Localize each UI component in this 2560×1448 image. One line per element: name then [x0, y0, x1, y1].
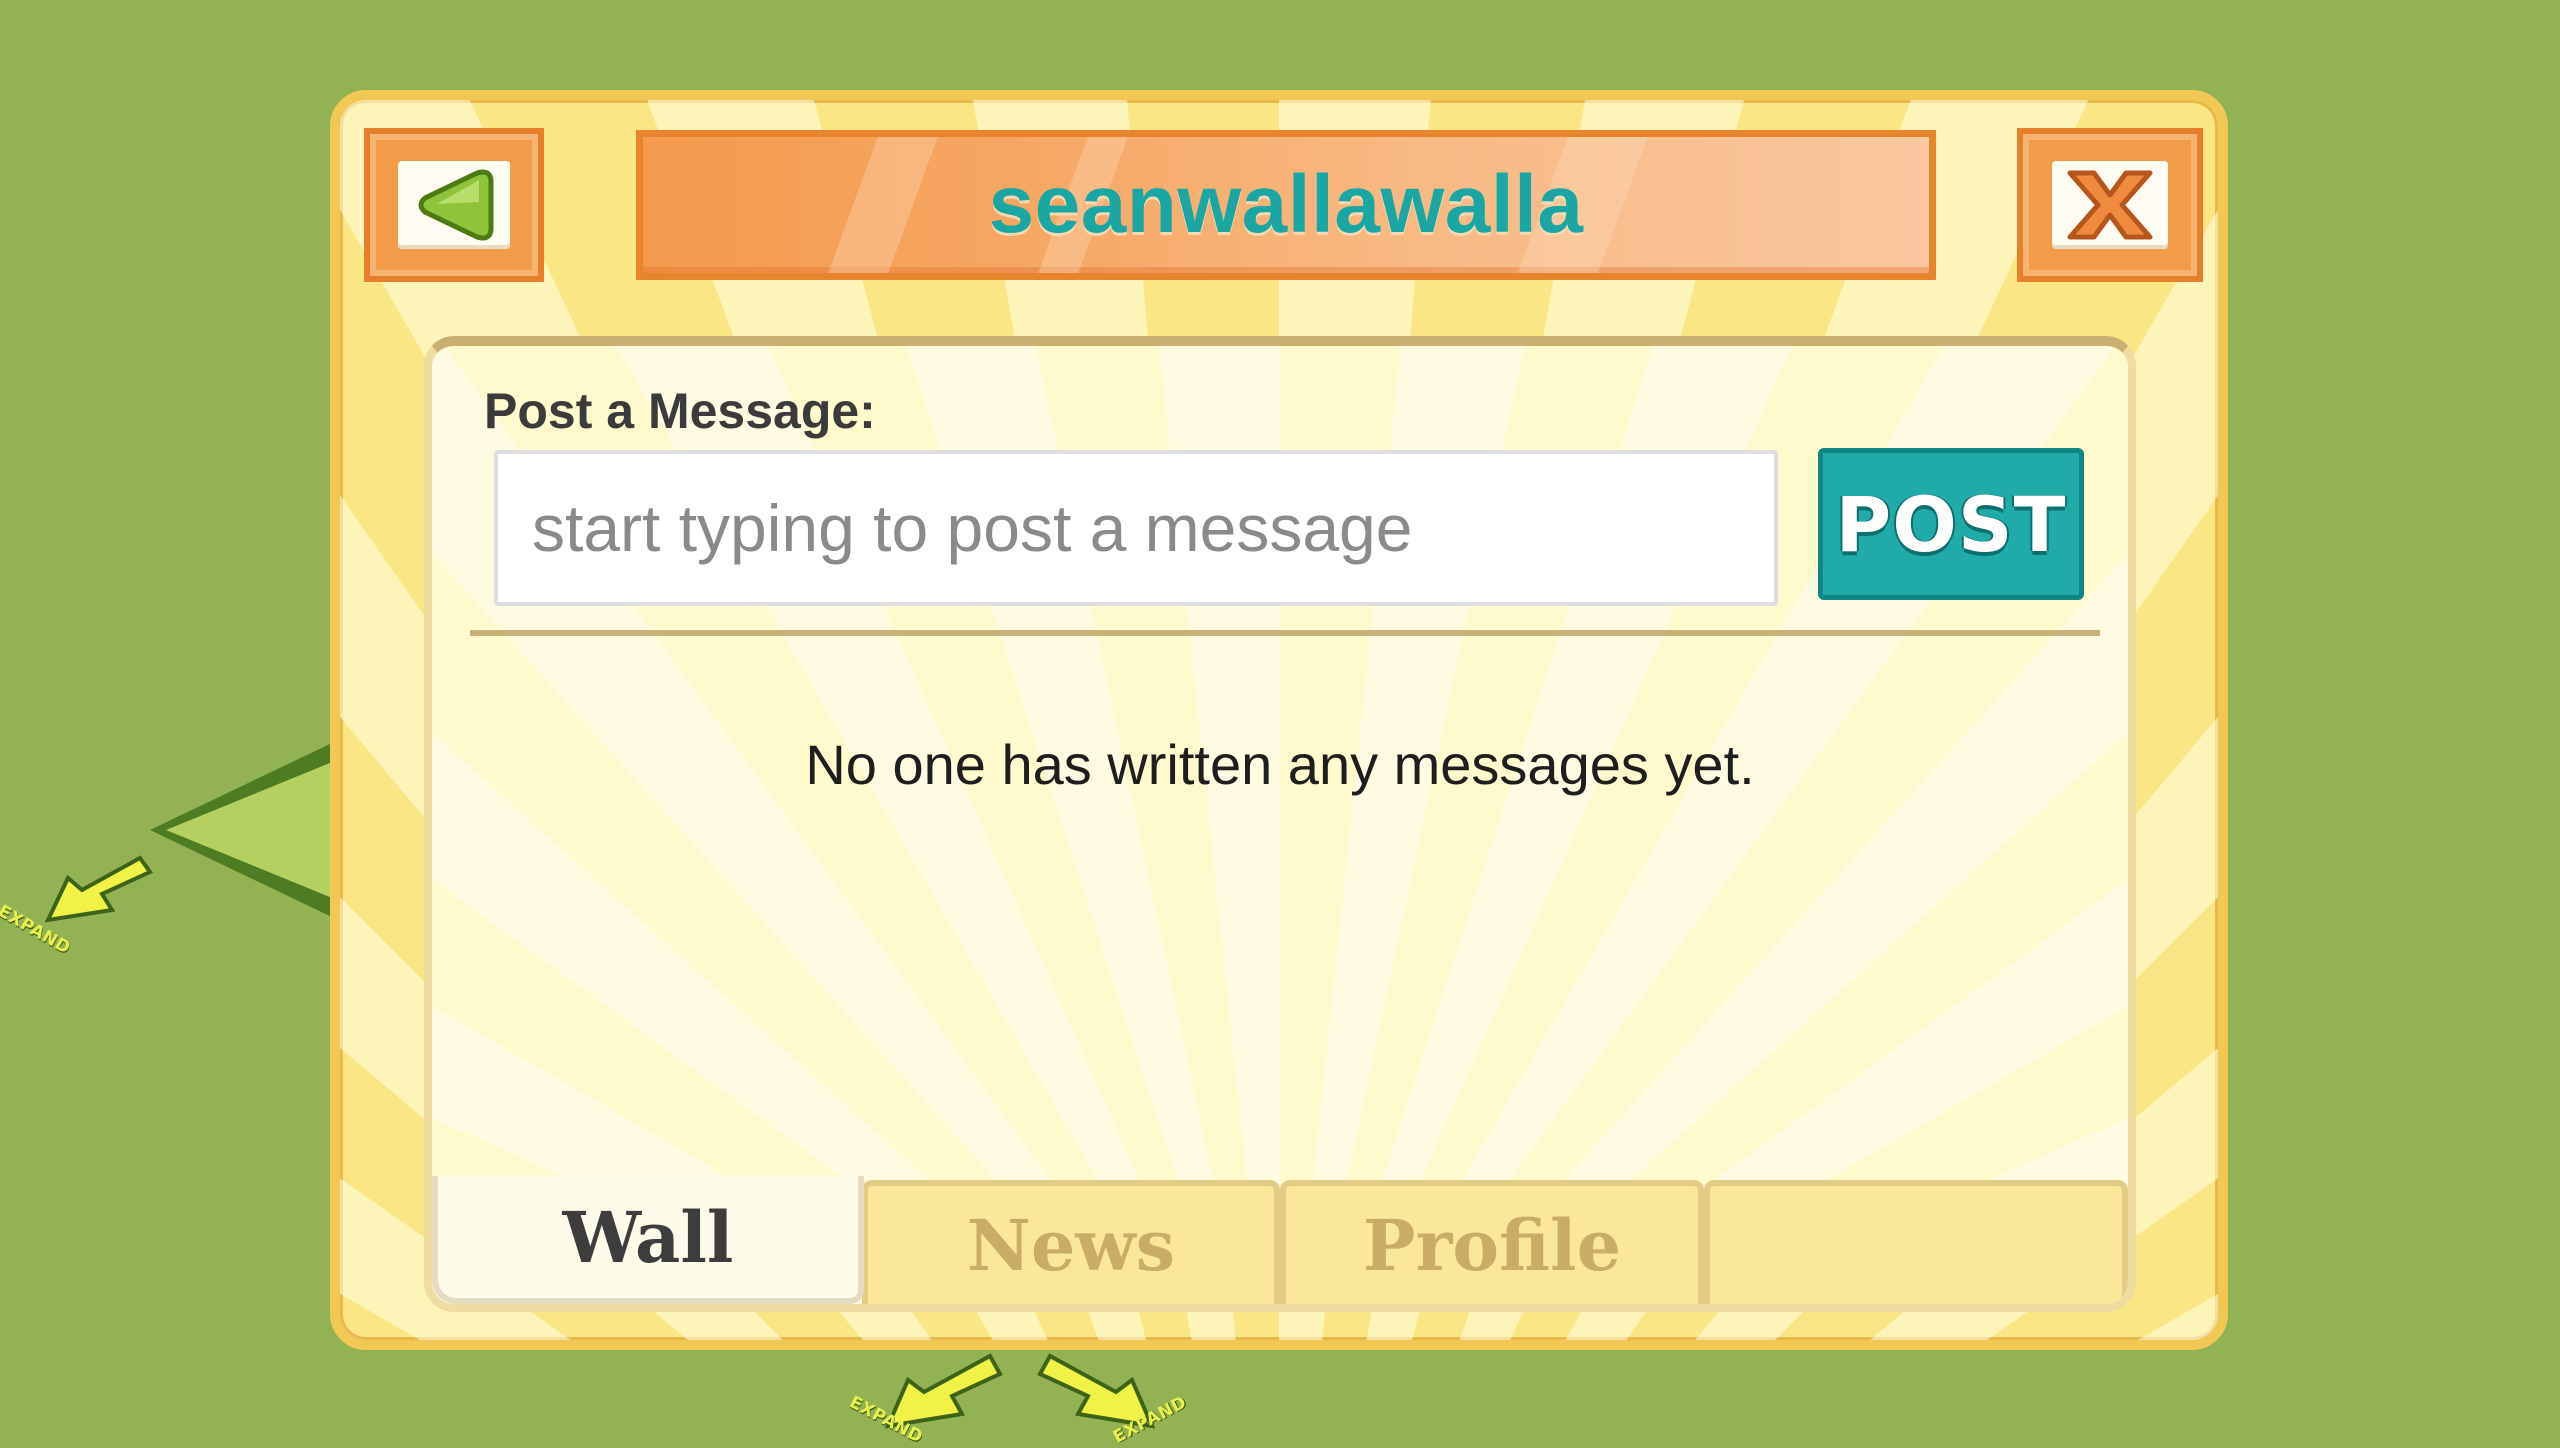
tab-news[interactable]: News — [862, 1180, 1280, 1304]
expand-arrow-icon — [44, 855, 154, 923]
close-button-face — [2052, 161, 2168, 249]
username-title: seanwallawalla — [988, 159, 1584, 250]
tab-profile[interactable]: Profile — [1280, 1180, 1704, 1304]
back-arrow-icon — [418, 169, 494, 241]
close-button[interactable] — [2017, 128, 2203, 282]
title-bar: seanwallawalla — [636, 130, 1936, 280]
post-button[interactable]: POST — [1818, 448, 2084, 600]
expand-arrow-left[interactable] — [40, 850, 154, 930]
tab-wall[interactable]: Wall — [432, 1176, 864, 1304]
tab-bar: News Profile Wall — [432, 1176, 2128, 1304]
divider — [470, 630, 2100, 636]
empty-wall-message: No one has written any messages yet. — [805, 733, 1755, 796]
back-button[interactable] — [364, 128, 544, 282]
post-message-label: Post a Message: — [484, 383, 876, 439]
profile-panel: seanwallawalla Post a Message: POST No o… — [330, 90, 2228, 1350]
back-button-face — [398, 161, 510, 249]
close-x-icon — [2067, 170, 2153, 240]
wall-content-area: Post a Message: POST No one has written … — [424, 336, 2136, 1312]
tab-blank[interactable] — [1704, 1180, 2128, 1304]
title-stripe — [828, 137, 938, 273]
message-input[interactable] — [494, 450, 1778, 606]
